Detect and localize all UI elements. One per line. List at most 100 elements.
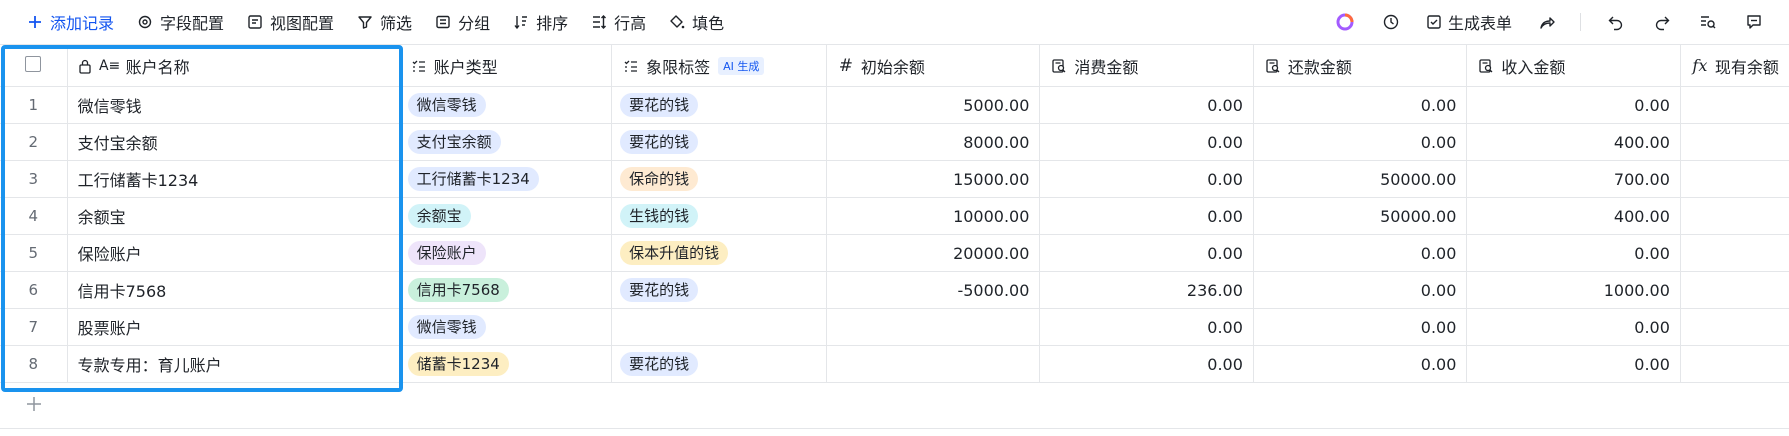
cell-quadrant-tag[interactable]: 生钱的钱: [611, 197, 827, 235]
cell-repay-amount[interactable]: 0.00: [1253, 345, 1468, 383]
cell-spend-amount[interactable]: 0.00: [1039, 234, 1254, 272]
column-header-type[interactable]: 账户类型: [399, 44, 613, 87]
cell-repay-amount[interactable]: 50000.00: [1253, 197, 1468, 235]
generate-form-button[interactable]: 生成表单: [1426, 10, 1512, 34]
cell-quadrant-tag[interactable]: 要花的钱: [611, 123, 827, 161]
cell-current-balance[interactable]: [1680, 271, 1789, 309]
cell-initial-balance[interactable]: [826, 308, 1041, 346]
add-row-button[interactable]: [24, 394, 44, 414]
column-header-quadrant[interactable]: 象限标签 AI 生成: [611, 44, 827, 87]
cell-spend-amount[interactable]: 0.00: [1039, 345, 1254, 383]
cell-quadrant-tag[interactable]: 要花的钱: [611, 345, 827, 383]
search-records-icon[interactable]: [1697, 11, 1719, 33]
table-row[interactable]: 3 工行储蓄卡1234 工行储蓄卡1234 保命的钱 15000.00 0.00 50000…: [0, 160, 1789, 198]
cell-quadrant-tag[interactable]: 保命的钱: [611, 160, 827, 198]
cell-repay-amount[interactable]: 50000.00: [1253, 160, 1468, 198]
filter-button[interactable]: 筛选: [356, 7, 412, 37]
cell-account-type[interactable]: 储蓄卡1234: [399, 345, 613, 383]
comment-icon[interactable]: [1743, 11, 1765, 33]
cell-account-name[interactable]: 微信零钱: [67, 86, 400, 124]
cell-income-amount[interactable]: 0.00: [1466, 234, 1681, 272]
cell-repay-amount[interactable]: 0.00: [1253, 308, 1468, 346]
undo-icon[interactable]: [1605, 11, 1627, 33]
cell-account-name[interactable]: 专款专用：育儿账户: [67, 345, 400, 383]
cell-account-name[interactable]: 工行储蓄卡1234: [67, 160, 400, 198]
cell-initial-balance[interactable]: 10000.00: [826, 197, 1041, 235]
ai-generated-badge: AI 生成: [718, 56, 765, 75]
sort-button[interactable]: 排序: [512, 7, 568, 37]
cell-current-balance[interactable]: [1680, 197, 1789, 235]
column-header-name[interactable]: A≡ 账户名称: [67, 44, 400, 87]
cell-quadrant-tag[interactable]: 要花的钱: [611, 86, 827, 124]
select-all-checkbox[interactable]: [25, 55, 42, 72]
cell-quadrant-tag[interactable]: 保本升值的钱: [611, 234, 827, 272]
cell-spend-amount[interactable]: 236.00: [1039, 271, 1254, 309]
cell-income-amount[interactable]: 400.00: [1466, 197, 1681, 235]
cell-account-name[interactable]: 股票账户: [67, 308, 400, 346]
cell-repay-amount[interactable]: 0.00: [1253, 234, 1468, 272]
table-row[interactable]: 5 保险账户 保险账户 保本升值的钱 20000.00 0.00 0.00 0.00: [0, 234, 1789, 272]
column-header-initial[interactable]: # 初始余额: [826, 44, 1041, 87]
cell-income-amount[interactable]: 0.00: [1466, 86, 1681, 124]
table-row[interactable]: 2 支付宝余额 支付宝余额 要花的钱 8000.00 0.00 0.00 400.00: [0, 123, 1789, 161]
cell-account-type[interactable]: 工行储蓄卡1234: [399, 160, 613, 198]
table-row[interactable]: 6 信用卡7568 信用卡7568 要花的钱 -5000.00 236.00 0.00 100…: [0, 271, 1789, 309]
column-header-spend[interactable]: 消费金额: [1039, 44, 1254, 87]
cell-account-type[interactable]: 微信零钱: [399, 308, 613, 346]
cell-repay-amount[interactable]: 0.00: [1253, 271, 1468, 309]
cell-account-type[interactable]: 微信零钱: [399, 86, 613, 124]
cell-current-balance[interactable]: [1680, 86, 1789, 124]
field-config-button[interactable]: 字段配置: [136, 7, 224, 37]
cell-account-type[interactable]: 信用卡7568: [399, 271, 613, 309]
column-header-repay[interactable]: 还款金额: [1253, 44, 1468, 87]
cell-spend-amount[interactable]: 0.00: [1039, 197, 1254, 235]
table-row[interactable]: 1 微信零钱 微信零钱 要花的钱 5000.00 0.00 0.00 0.00: [0, 86, 1789, 124]
cell-initial-balance[interactable]: 20000.00: [826, 234, 1041, 272]
table-row[interactable]: 7 股票账户 微信零钱 0.00 0.00 0.00: [0, 308, 1789, 346]
cell-income-amount[interactable]: 0.00: [1466, 345, 1681, 383]
table-row[interactable]: 8 专款专用：育儿账户 储蓄卡1234 要花的钱 0.00 0.00 0.00: [0, 345, 1789, 383]
cell-initial-balance[interactable]: 8000.00: [826, 123, 1041, 161]
cell-account-type[interactable]: 保险账户: [399, 234, 613, 272]
add-record-button[interactable]: 添加记录: [26, 7, 114, 37]
cell-repay-amount[interactable]: 0.00: [1253, 86, 1468, 124]
group-button[interactable]: 分组: [434, 7, 490, 37]
cell-account-name[interactable]: 信用卡7568: [67, 271, 400, 309]
cell-income-amount[interactable]: 1000.00: [1466, 271, 1681, 309]
fill-color-button[interactable]: 填色: [668, 7, 724, 37]
cell-initial-balance[interactable]: 15000.00: [826, 160, 1041, 198]
row-height-button[interactable]: 行高: [590, 7, 646, 37]
cell-current-balance[interactable]: [1680, 345, 1789, 383]
cell-quadrant-tag[interactable]: [611, 308, 827, 346]
cell-spend-amount[interactable]: 0.00: [1039, 160, 1254, 198]
share-icon[interactable]: [1536, 11, 1558, 33]
cell-initial-balance[interactable]: -5000.00: [826, 271, 1041, 309]
cell-account-name[interactable]: 支付宝余额: [67, 123, 400, 161]
cell-account-name[interactable]: 余额宝: [67, 197, 400, 235]
ai-assistant-icon[interactable]: [1334, 11, 1356, 33]
cell-income-amount[interactable]: 0.00: [1466, 308, 1681, 346]
redo-icon[interactable]: [1651, 11, 1673, 33]
cell-spend-amount[interactable]: 0.00: [1039, 308, 1254, 346]
cell-account-type[interactable]: 余额宝: [399, 197, 613, 235]
view-config-button[interactable]: 视图配置: [246, 7, 334, 37]
cell-current-balance[interactable]: [1680, 308, 1789, 346]
select-all-cell[interactable]: [0, 44, 68, 87]
cell-current-balance[interactable]: [1680, 160, 1789, 198]
cell-account-name[interactable]: 保险账户: [67, 234, 400, 272]
cell-current-balance[interactable]: [1680, 234, 1789, 272]
cell-current-balance[interactable]: [1680, 123, 1789, 161]
cell-initial-balance[interactable]: [826, 345, 1041, 383]
column-header-income[interactable]: 收入金额: [1466, 44, 1681, 87]
cell-account-type[interactable]: 支付宝余额: [399, 123, 613, 161]
history-icon[interactable]: [1380, 11, 1402, 33]
column-header-current[interactable]: fx 现有余额: [1680, 44, 1789, 87]
cell-spend-amount[interactable]: 0.00: [1039, 123, 1254, 161]
cell-repay-amount[interactable]: 0.00: [1253, 123, 1468, 161]
cell-initial-balance[interactable]: 5000.00: [826, 86, 1041, 124]
cell-quadrant-tag[interactable]: 要花的钱: [611, 271, 827, 309]
cell-income-amount[interactable]: 400.00: [1466, 123, 1681, 161]
cell-income-amount[interactable]: 700.00: [1466, 160, 1681, 198]
cell-spend-amount[interactable]: 0.00: [1039, 86, 1254, 124]
table-row[interactable]: 4 余额宝 余额宝 生钱的钱 10000.00 0.00 50000.00 400.00: [0, 197, 1789, 235]
